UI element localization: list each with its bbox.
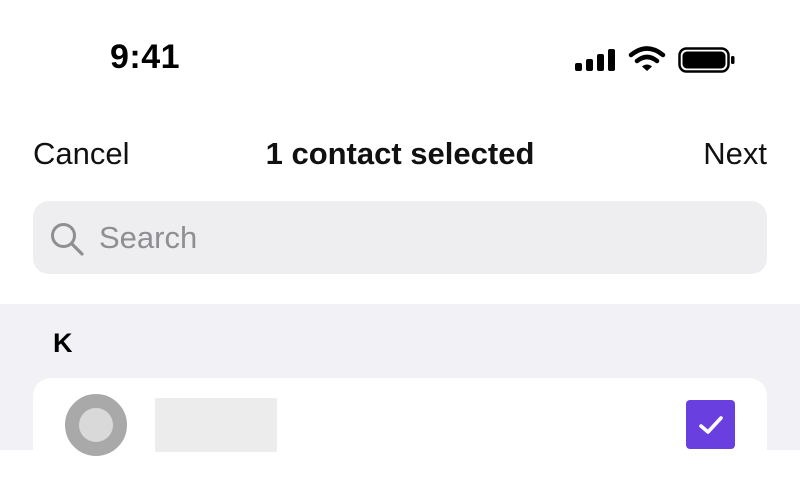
signal-icon xyxy=(575,49,615,71)
section-header: K xyxy=(53,328,73,358)
contact-list: K xyxy=(0,304,800,478)
navigation-bar: Cancel 1 contact selected Next xyxy=(0,120,800,190)
check-icon xyxy=(698,415,723,434)
search-icon xyxy=(51,223,84,256)
cancel-button[interactable]: Cancel xyxy=(33,136,130,172)
contact-name-redacted xyxy=(155,398,277,452)
battery-icon xyxy=(678,47,735,73)
selection-checkbox[interactable] xyxy=(686,400,735,449)
avatar xyxy=(65,394,127,456)
wifi-icon xyxy=(628,46,666,71)
search-input[interactable] xyxy=(97,211,741,265)
status-bar: 9:41 xyxy=(0,0,800,110)
contact-row[interactable] xyxy=(33,378,767,478)
search-bar[interactable] xyxy=(33,201,767,274)
status-time: 9:41 xyxy=(110,38,181,76)
next-button[interactable]: Next xyxy=(703,136,767,172)
